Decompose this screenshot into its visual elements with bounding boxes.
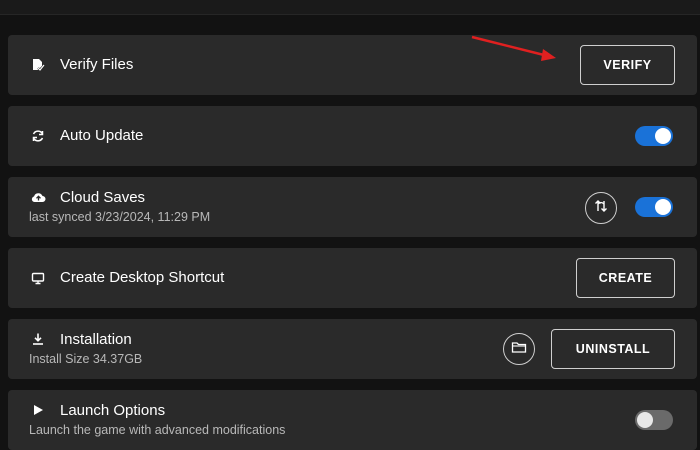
folder-icon	[511, 340, 527, 359]
setting-row-desktop-shortcut: Create Desktop Shortcut CREATE	[8, 248, 697, 308]
setting-row-auto-update: Auto Update	[8, 106, 697, 166]
setting-row-cloud-saves: Cloud Saves last synced 3/23/2024, 11:29…	[8, 177, 697, 237]
play-icon	[30, 402, 46, 418]
uninstall-button[interactable]: UNINSTALL	[551, 329, 675, 369]
auto-update-title: Auto Update	[60, 127, 144, 144]
verify-files-title: Verify Files	[60, 56, 134, 73]
sync-button[interactable]	[585, 192, 617, 224]
auto-update-toggle[interactable]	[635, 126, 673, 146]
toggle-knob	[655, 128, 671, 144]
verify-button[interactable]: VERIFY	[580, 45, 675, 85]
toggle-knob	[637, 412, 653, 428]
toggle-knob	[655, 199, 671, 215]
setting-row-installation: Installation Install Size 34.37GB UNINST…	[8, 319, 697, 379]
install-size: Install Size 34.37GB	[29, 352, 143, 366]
monitor-icon	[30, 270, 46, 286]
cloud-upload-icon	[30, 189, 46, 205]
top-bar	[0, 0, 700, 15]
setting-row-verify-files: Verify Files VERIFY	[8, 35, 697, 95]
open-folder-button[interactable]	[503, 333, 535, 365]
setting-row-launch-options: Launch Options Launch the game with adva…	[8, 390, 697, 450]
sync-arrows-icon	[593, 198, 609, 219]
launch-options-toggle[interactable]	[635, 410, 673, 430]
launch-options-title: Launch Options	[60, 402, 166, 419]
desktop-shortcut-title: Create Desktop Shortcut	[60, 269, 225, 286]
cloud-saves-toggle[interactable]	[635, 197, 673, 217]
cloud-saves-title: Cloud Saves	[60, 189, 146, 206]
file-check-icon	[30, 57, 46, 73]
launch-options-description: Launch the game with advanced modificati…	[29, 423, 286, 437]
download-icon	[30, 331, 46, 347]
refresh-icon	[30, 128, 46, 144]
create-button[interactable]: CREATE	[576, 258, 675, 298]
installation-title: Installation	[60, 331, 132, 348]
cloud-saves-last-synced: last synced 3/23/2024, 11:29 PM	[29, 210, 211, 224]
